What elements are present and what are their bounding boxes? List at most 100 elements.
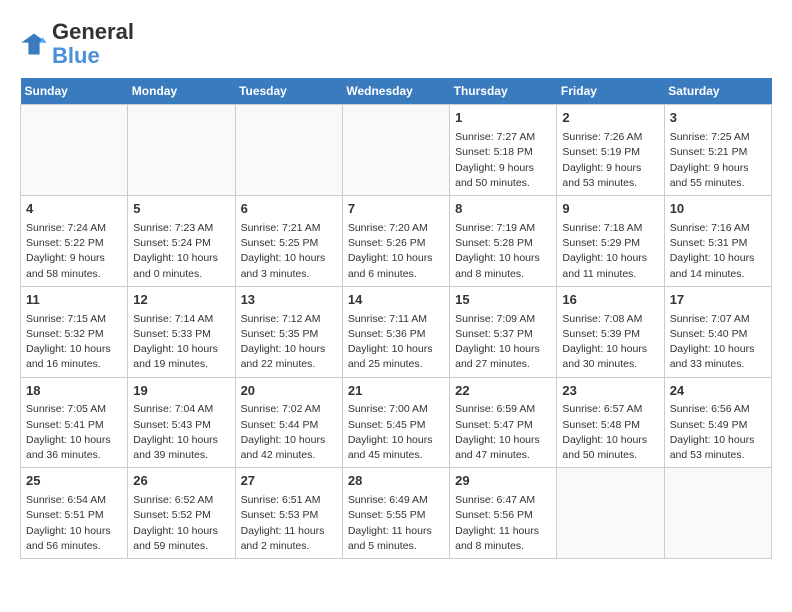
calendar-cell: 25 Sunrise: 6:54 AMSunset: 5:51 PMDayligh… — [21, 468, 128, 559]
day-info: Sunrise: 7:02 AMSunset: 5:44 PMDaylight:… — [241, 402, 337, 463]
day-number: 5 — [133, 200, 229, 219]
day-number: 3 — [670, 109, 766, 128]
week-row-5: 25 Sunrise: 6:54 AMSunset: 5:51 PMDayligh… — [21, 468, 772, 559]
day-info: Sunrise: 7:05 AMSunset: 5:41 PMDaylight:… — [26, 402, 122, 463]
day-info: Sunrise: 7:04 AMSunset: 5:43 PMDaylight:… — [133, 402, 229, 463]
calendar-table: SundayMondayTuesdayWednesdayThursdayFrid… — [20, 78, 772, 559]
day-info: Sunrise: 6:54 AMSunset: 5:51 PMDaylight:… — [26, 493, 122, 554]
day-number: 26 — [133, 472, 229, 491]
day-info: Sunrise: 7:08 AMSunset: 5:39 PMDaylight:… — [562, 312, 658, 373]
day-number: 25 — [26, 472, 122, 491]
calendar-cell: 9 Sunrise: 7:18 AMSunset: 5:29 PMDaylight… — [557, 196, 664, 287]
calendar-cell — [557, 468, 664, 559]
day-info: Sunrise: 7:23 AMSunset: 5:24 PMDaylight:… — [133, 221, 229, 282]
day-number: 19 — [133, 382, 229, 401]
calendar-cell: 2 Sunrise: 7:26 AMSunset: 5:19 PMDaylight… — [557, 105, 664, 196]
day-number: 14 — [348, 291, 444, 310]
header-saturday: Saturday — [664, 78, 771, 105]
header-friday: Friday — [557, 78, 664, 105]
day-info: Sunrise: 6:47 AMSunset: 5:56 PMDaylight:… — [455, 493, 551, 554]
day-number: 15 — [455, 291, 551, 310]
day-info: Sunrise: 6:51 AMSunset: 5:53 PMDaylight:… — [241, 493, 337, 554]
day-info: Sunrise: 7:12 AMSunset: 5:35 PMDaylight:… — [241, 312, 337, 373]
calendar-cell: 7Sunrise: 7:20 AMSunset: 5:26 PMDaylight… — [342, 196, 449, 287]
day-info: Sunrise: 6:57 AMSunset: 5:48 PMDaylight:… — [562, 402, 658, 463]
header-tuesday: Tuesday — [235, 78, 342, 105]
logo: General Blue — [20, 20, 134, 68]
day-number: 29 — [455, 472, 551, 491]
day-number: 23 — [562, 382, 658, 401]
day-number: 12 — [133, 291, 229, 310]
logo-bird-icon — [20, 30, 48, 58]
day-number: 22 — [455, 382, 551, 401]
day-info: Sunrise: 7:19 AMSunset: 5:28 PMDaylight:… — [455, 221, 551, 282]
calendar-cell: 12 Sunrise: 7:14 AMSunset: 5:33 PMDayligh… — [128, 286, 235, 377]
day-number: 2 — [562, 109, 658, 128]
day-info: Sunrise: 7:11 AMSunset: 5:36 PMDaylight:… — [348, 312, 444, 373]
calendar-cell — [235, 105, 342, 196]
calendar-cell: 28Sunrise: 6:49 AMSunset: 5:55 PMDayligh… — [342, 468, 449, 559]
calendar-cell — [664, 468, 771, 559]
day-info: Sunrise: 7:09 AMSunset: 5:37 PMDaylight:… — [455, 312, 551, 373]
week-row-2: 4 Sunrise: 7:24 AMSunset: 5:22 PMDaylight… — [21, 196, 772, 287]
day-number: 13 — [241, 291, 337, 310]
calendar-cell: 22Sunrise: 6:59 AMSunset: 5:47 PMDayligh… — [450, 377, 557, 468]
calendar-cell: 21Sunrise: 7:00 AMSunset: 5:45 PMDayligh… — [342, 377, 449, 468]
day-info: Sunrise: 7:16 AMSunset: 5:31 PMDaylight:… — [670, 221, 766, 282]
day-info: Sunrise: 6:52 AMSunset: 5:52 PMDaylight:… — [133, 493, 229, 554]
calendar-cell: 3 Sunrise: 7:25 AMSunset: 5:21 PMDaylight… — [664, 105, 771, 196]
day-info: Sunrise: 7:18 AMSunset: 5:29 PMDaylight:… — [562, 221, 658, 282]
calendar-cell — [128, 105, 235, 196]
day-info: Sunrise: 7:27 AMSunset: 5:18 PMDaylight:… — [455, 130, 551, 191]
day-number: 10 — [670, 200, 766, 219]
day-number: 8 — [455, 200, 551, 219]
day-info: Sunrise: 7:14 AMSunset: 5:33 PMDaylight:… — [133, 312, 229, 373]
day-number: 27 — [241, 472, 337, 491]
calendar-cell: 24Sunrise: 6:56 AMSunset: 5:49 PMDayligh… — [664, 377, 771, 468]
calendar-cell: 4 Sunrise: 7:24 AMSunset: 5:22 PMDaylight… — [21, 196, 128, 287]
day-info: Sunrise: 6:59 AMSunset: 5:47 PMDaylight:… — [455, 402, 551, 463]
day-number: 21 — [348, 382, 444, 401]
day-info: Sunrise: 7:15 AMSunset: 5:32 PMDaylight:… — [26, 312, 122, 373]
logo-text: General Blue — [52, 20, 134, 68]
day-number: 4 — [26, 200, 122, 219]
calendar-cell: 17 Sunrise: 7:07 AMSunset: 5:40 PMDayligh… — [664, 286, 771, 377]
day-number: 17 — [670, 291, 766, 310]
day-number: 28 — [348, 472, 444, 491]
day-number: 6 — [241, 200, 337, 219]
calendar-cell: 16 Sunrise: 7:08 AMSunset: 5:39 PMDayligh… — [557, 286, 664, 377]
day-number: 1 — [455, 109, 551, 128]
day-info: Sunrise: 7:07 AMSunset: 5:40 PMDaylight:… — [670, 312, 766, 373]
day-number: 20 — [241, 382, 337, 401]
day-info: Sunrise: 7:24 AMSunset: 5:22 PMDaylight:… — [26, 221, 122, 282]
calendar-cell: 6Sunrise: 7:21 AMSunset: 5:25 PMDaylight… — [235, 196, 342, 287]
calendar-cell: 10 Sunrise: 7:16 AMSunset: 5:31 PMDayligh… — [664, 196, 771, 287]
calendar-cell: 11 Sunrise: 7:15 AMSunset: 5:32 PMDayligh… — [21, 286, 128, 377]
calendar-cell: 29 Sunrise: 6:47 AMSunset: 5:56 PMDayligh… — [450, 468, 557, 559]
day-number: 9 — [562, 200, 658, 219]
header-thursday: Thursday — [450, 78, 557, 105]
page-header: General Blue — [20, 20, 772, 68]
calendar-cell: 14 Sunrise: 7:11 AMSunset: 5:36 PMDayligh… — [342, 286, 449, 377]
header-monday: Monday — [128, 78, 235, 105]
header-wednesday: Wednesday — [342, 78, 449, 105]
calendar-cell: 15 Sunrise: 7:09 AMSunset: 5:37 PMDayligh… — [450, 286, 557, 377]
day-info: Sunrise: 7:25 AMSunset: 5:21 PMDaylight:… — [670, 130, 766, 191]
calendar-cell: 18Sunrise: 7:05 AMSunset: 5:41 PMDayligh… — [21, 377, 128, 468]
day-number: 16 — [562, 291, 658, 310]
day-info: Sunrise: 6:56 AMSunset: 5:49 PMDaylight:… — [670, 402, 766, 463]
day-info: Sunrise: 7:26 AMSunset: 5:19 PMDaylight:… — [562, 130, 658, 191]
calendar-header-row: SundayMondayTuesdayWednesdayThursdayFrid… — [21, 78, 772, 105]
calendar-cell: 26 Sunrise: 6:52 AMSunset: 5:52 PMDayligh… — [128, 468, 235, 559]
day-number: 11 — [26, 291, 122, 310]
calendar-cell: 23Sunrise: 6:57 AMSunset: 5:48 PMDayligh… — [557, 377, 664, 468]
day-number: 7 — [348, 200, 444, 219]
calendar-cell: 19Sunrise: 7:04 AMSunset: 5:43 PMDayligh… — [128, 377, 235, 468]
calendar-cell — [342, 105, 449, 196]
calendar-cell: 1 Sunrise: 7:27 AMSunset: 5:18 PMDaylight… — [450, 105, 557, 196]
day-number: 18 — [26, 382, 122, 401]
day-number: 24 — [670, 382, 766, 401]
week-row-1: 1 Sunrise: 7:27 AMSunset: 5:18 PMDaylight… — [21, 105, 772, 196]
calendar-cell: 27 Sunrise: 6:51 AMSunset: 5:53 PMDayligh… — [235, 468, 342, 559]
week-row-3: 11 Sunrise: 7:15 AMSunset: 5:32 PMDayligh… — [21, 286, 772, 377]
